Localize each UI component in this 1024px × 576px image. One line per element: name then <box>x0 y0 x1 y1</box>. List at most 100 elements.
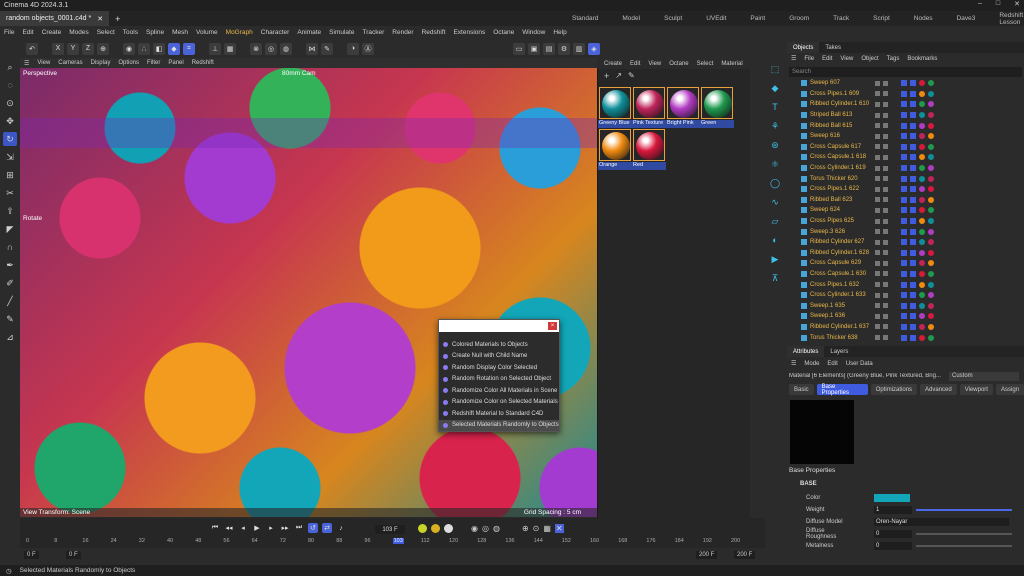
objects-menu-item[interactable]: File <box>800 56 818 62</box>
phong-tag-icon[interactable] <box>901 260 907 267</box>
material-tag-icon[interactable] <box>928 228 934 235</box>
render-dot-icon[interactable] <box>883 250 888 256</box>
menu-item[interactable]: Spline <box>142 29 168 36</box>
visibility-flags[interactable] <box>875 154 888 160</box>
phong-tag-icon[interactable] <box>901 80 907 87</box>
menu-item[interactable]: Tools <box>119 29 142 36</box>
visibility-flags[interactable] <box>875 313 888 319</box>
spline-pen-icon[interactable]: ✒ <box>3 258 17 272</box>
key-rot-icon[interactable]: ◎ <box>482 524 489 533</box>
phong-tag-icon[interactable] <box>901 143 907 150</box>
uvw-tag-icon[interactable] <box>910 175 916 182</box>
material-tag-icon[interactable] <box>928 143 934 150</box>
phong-tag-icon[interactable] <box>901 196 907 203</box>
object-row[interactable]: Cross Cylinder.1 619 <box>787 163 1024 174</box>
visibility-dot-icon[interactable] <box>875 144 880 150</box>
viewport-menu-item[interactable]: View <box>33 60 54 66</box>
param-icon[interactable]: ⊙ <box>533 524 540 533</box>
polygons-mode-icon[interactable]: ◆ <box>168 42 180 55</box>
visibility-flags[interactable] <box>875 144 888 150</box>
pen-icon[interactable]: ✎ <box>628 71 635 83</box>
visibility-dot-icon[interactable] <box>875 176 880 182</box>
uvw-tag-icon[interactable] <box>910 249 916 256</box>
material-tag-icon[interactable] <box>919 334 925 341</box>
keyframe-icon[interactable] <box>444 524 453 533</box>
visibility-dot-icon[interactable] <box>875 186 880 192</box>
play-icon[interactable]: ▶ <box>252 523 262 533</box>
visibility-flags[interactable] <box>875 260 888 266</box>
viewport[interactable]: Perspective 80mm Cam Rotate View Transfo… <box>20 68 597 517</box>
material-swatch[interactable]: Red <box>632 128 666 170</box>
transform-icon[interactable]: ⊞ <box>3 168 17 182</box>
objects-menu-icon[interactable]: ☰ <box>787 55 800 62</box>
menu-item[interactable]: Edit <box>18 29 37 36</box>
visibility-flags[interactable] <box>875 112 888 118</box>
uvw-tag-icon[interactable] <box>910 302 916 309</box>
phong-tag-icon[interactable] <box>901 323 907 330</box>
menu-item[interactable]: Character <box>257 29 294 36</box>
object-row[interactable]: Ribbed Ball 615 <box>787 120 1024 131</box>
document-tab[interactable]: random objects_0001.c4d * ✕ <box>0 11 110 26</box>
material-tag-icon[interactable] <box>928 260 934 267</box>
uvw-tag-icon[interactable] <box>910 196 916 203</box>
texture-mode-icon[interactable]: ▦ <box>224 42 236 55</box>
material-tag-icon[interactable] <box>919 175 925 182</box>
menu-item[interactable]: Render <box>388 29 417 36</box>
close-tab-icon[interactable]: ✕ <box>97 15 103 23</box>
phong-tag-icon[interactable] <box>901 218 907 225</box>
render-dot-icon[interactable] <box>883 207 888 213</box>
render-dot-icon[interactable] <box>883 176 888 182</box>
scale-icon[interactable]: ⇲ <box>3 150 17 164</box>
object-row[interactable]: Ribbed Ball 623 <box>787 195 1024 206</box>
objects-menu-item[interactable]: View <box>836 56 857 62</box>
objects-menu-item[interactable]: Bookmarks <box>903 56 941 62</box>
bevel-icon[interactable]: ◤ <box>3 222 17 236</box>
material-tag-icon[interactable] <box>928 313 934 320</box>
phong-tag-icon[interactable] <box>901 101 907 108</box>
visibility-flags[interactable] <box>875 101 888 107</box>
visibility-dot-icon[interactable] <box>875 229 880 235</box>
uvw-tag-icon[interactable] <box>910 101 916 108</box>
material-tag-icon[interactable] <box>928 292 934 299</box>
attributes-mode-select[interactable]: Custom <box>949 371 1019 381</box>
attributes-subtab[interactable]: Optimizations <box>870 384 918 395</box>
material-tag-icon[interactable] <box>919 122 925 129</box>
record-icon[interactable] <box>418 524 427 533</box>
go-to-start-icon[interactable]: ⏮ <box>210 523 220 533</box>
measure-icon[interactable]: ⊿ <box>3 330 17 344</box>
menu-item[interactable]: Help <box>549 29 570 36</box>
symmetry-icon[interactable]: ⋈ <box>306 42 318 55</box>
phong-tag-icon[interactable] <box>901 292 907 299</box>
light-icon[interactable]: ◐ <box>768 233 782 247</box>
visibility-dot-icon[interactable] <box>875 250 880 256</box>
popup-item[interactable]: Selected Materials Randomly to Objects <box>439 419 559 431</box>
phong-tag-icon[interactable] <box>901 207 907 214</box>
material-tag-icon[interactable] <box>919 239 925 246</box>
move-icon[interactable]: ✥ <box>3 114 17 128</box>
text-icon[interactable]: T <box>768 100 782 114</box>
material-tag-icon[interactable] <box>919 186 925 193</box>
material-tag-icon[interactable] <box>928 101 934 108</box>
uvw-tag-icon[interactable] <box>910 334 916 341</box>
select-icon[interactable]: ◌ <box>3 78 17 92</box>
phong-tag-icon[interactable] <box>901 186 907 193</box>
viewport-menu-item[interactable]: Redshift <box>188 60 218 66</box>
objects-search-input[interactable]: Search <box>789 67 1022 77</box>
uvw-tag-icon[interactable] <box>910 80 916 87</box>
menu-item[interactable]: Mesh <box>168 29 192 36</box>
render-settings-icon[interactable]: ⚙ <box>558 42 570 55</box>
next-key-icon[interactable]: ▸▸ <box>280 523 290 533</box>
volume-icon[interactable]: ▱ <box>768 214 782 228</box>
color-swatch[interactable] <box>874 494 910 502</box>
phong-tag-icon[interactable] <box>901 270 907 277</box>
cube-icon[interactable]: ⬚ <box>768 62 782 76</box>
render-dot-icon[interactable] <box>883 335 888 341</box>
material-swatch[interactable]: Bright Pink <box>666 86 700 128</box>
brush-icon[interactable]: ◑ <box>347 42 359 55</box>
current-frame-field[interactable]: 103 F <box>375 525 405 534</box>
visibility-dot-icon[interactable] <box>875 101 880 107</box>
layout-tab[interactable]: UVEdit <box>694 15 738 22</box>
material-tag-icon[interactable] <box>928 175 934 182</box>
object-row[interactable]: Cross Pipes 625 <box>787 216 1024 227</box>
material-tag-icon[interactable] <box>919 249 925 256</box>
